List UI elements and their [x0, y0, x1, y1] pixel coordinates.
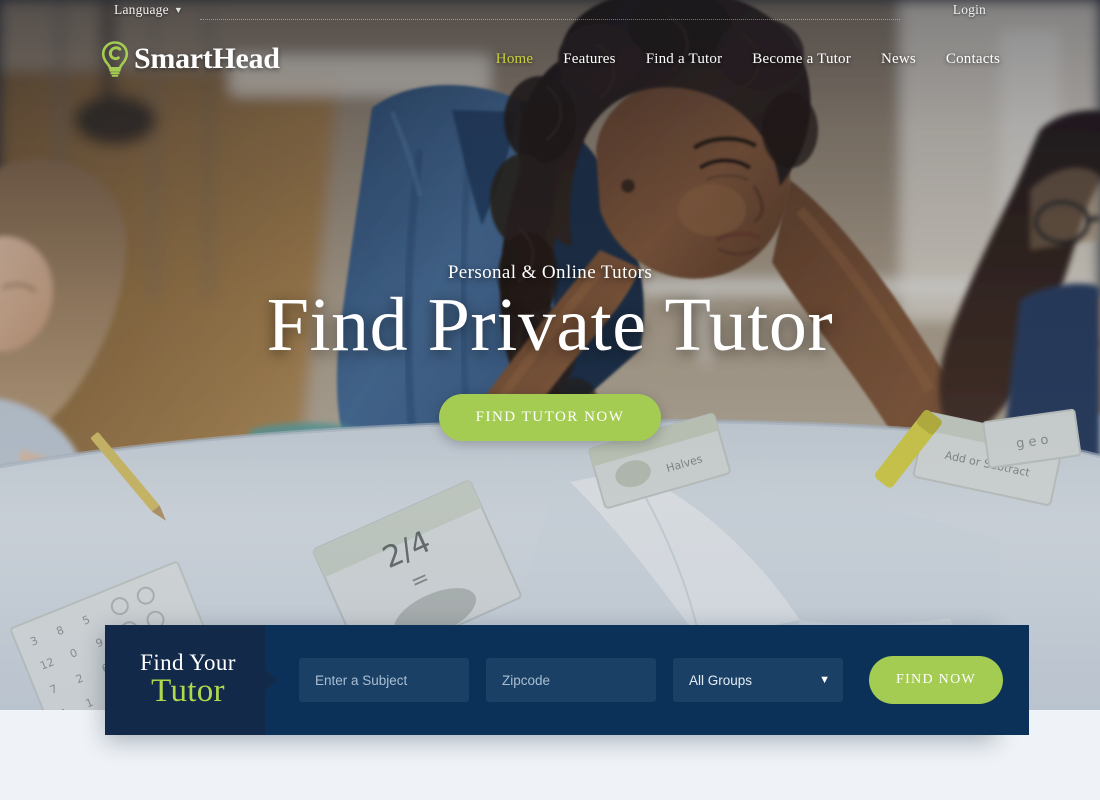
group-select[interactable]: All Groups	[673, 658, 843, 702]
nav-item-find-a-tutor[interactable]: Find a Tutor	[646, 51, 723, 68]
lightbulb-icon	[100, 40, 130, 78]
chevron-down-icon: ▼	[173, 5, 183, 15]
nav-item-contacts[interactable]: Contacts	[946, 51, 1000, 68]
main-navigation: Home Features Find a Tutor Become a Tuto…	[496, 51, 1000, 68]
find-now-button[interactable]: FIND NOW	[869, 656, 1004, 704]
brand-logo[interactable]: SmartHead	[100, 40, 280, 78]
hero-title: Find Private Tutor	[266, 283, 834, 367]
search-bar-label-panel: Find Your Tutor	[105, 625, 276, 735]
language-label: Language	[114, 2, 169, 17]
find-tutor-now-button[interactable]: FIND TUTOR NOW	[438, 393, 662, 441]
nav-item-become-a-tutor[interactable]: Become a Tutor	[752, 51, 851, 68]
zipcode-input[interactable]	[486, 658, 656, 702]
group-select-wrapper: All Groups ▼	[673, 658, 843, 702]
hero-subtitle: Personal & Online Tutors	[447, 262, 653, 283]
top-bar: Language ▼ Login	[0, 0, 1100, 20]
login-link[interactable]: Login	[953, 2, 986, 18]
search-label-line-1: Find Your	[140, 650, 236, 676]
nav-item-features[interactable]: Features	[563, 51, 615, 68]
hero-content: Personal & Online Tutors Find Private Tu…	[0, 262, 1100, 441]
search-fields-panel: All Groups ▼ FIND NOW	[265, 625, 1030, 735]
landing-page: 2/4 = Halves Add or Subtract g e o 3 8 5…	[0, 0, 1100, 800]
search-label-line-2: Tutor	[151, 673, 225, 710]
nav-item-home[interactable]: Home	[496, 51, 533, 68]
panel-arrow-icon	[265, 669, 276, 691]
subject-input[interactable]	[299, 658, 469, 702]
site-header: SmartHead Home Features Find a Tutor Bec…	[0, 20, 1100, 98]
tutor-search-bar: Find Your Tutor All Groups ▼ FIND NOW	[105, 625, 1030, 735]
nav-item-news[interactable]: News	[881, 51, 916, 68]
language-selector[interactable]: Language ▼	[114, 2, 183, 18]
hero-cta-wrapper: FIND TUTOR NOW	[0, 393, 1100, 441]
top-bar-divider	[200, 19, 900, 20]
brand-name: SmartHead	[134, 42, 280, 75]
